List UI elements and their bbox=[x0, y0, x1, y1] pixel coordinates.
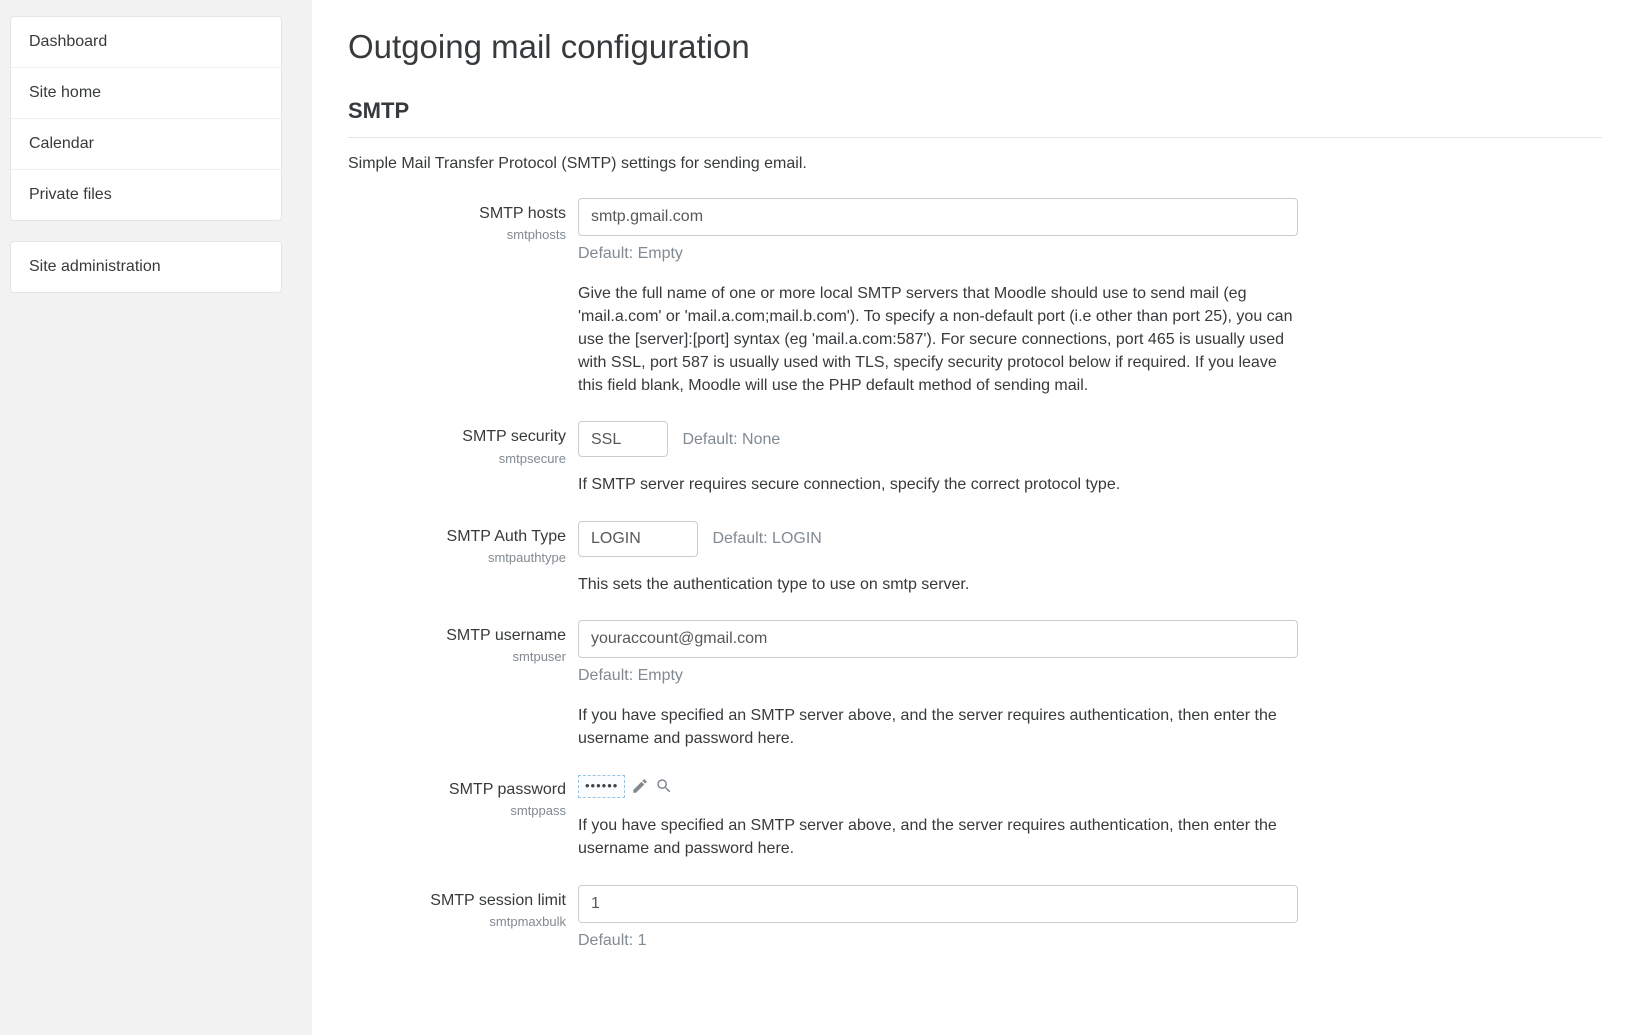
field-smtpsecure: SMTP security smtpsecure SSL Default: No… bbox=[348, 421, 1602, 496]
field-key: smtpmaxbulk bbox=[348, 912, 566, 932]
field-key: smtppass bbox=[348, 801, 566, 821]
smtpuser-input[interactable] bbox=[578, 620, 1298, 658]
field-smtphosts: SMTP hosts smtphosts Default: Empty Give… bbox=[348, 198, 1602, 398]
sidebar-item-calendar[interactable]: Calendar bbox=[11, 119, 281, 170]
field-default: Default: Empty bbox=[578, 664, 1594, 688]
section-title: SMTP bbox=[348, 94, 1602, 127]
page-title: Outgoing mail configuration bbox=[348, 22, 1602, 72]
sidebar-item-site-administration[interactable]: Site administration bbox=[11, 242, 281, 292]
field-description: If you have specified an SMTP server abo… bbox=[578, 814, 1298, 860]
field-label: SMTP password bbox=[348, 780, 566, 799]
smtphosts-input[interactable] bbox=[578, 198, 1298, 236]
divider bbox=[348, 137, 1602, 138]
nav-block-main: Dashboard Site home Calendar Private fil… bbox=[10, 16, 282, 221]
sidebar-item-private-files[interactable]: Private files bbox=[11, 170, 281, 220]
section-description: Simple Mail Transfer Protocol (SMTP) set… bbox=[348, 152, 1602, 176]
field-smtpauthtype: SMTP Auth Type smtpauthtype LOGIN Defaul… bbox=[348, 521, 1602, 596]
password-masked: •••••• bbox=[578, 775, 625, 798]
field-default: Default: 1 bbox=[578, 929, 1594, 953]
field-description: Give the full name of one or more local … bbox=[578, 282, 1298, 398]
field-key: smtpsecure bbox=[348, 449, 566, 469]
sidebar-item-site-home[interactable]: Site home bbox=[11, 68, 281, 119]
field-smtpuser: SMTP username smtpuser Default: Empty If… bbox=[348, 620, 1602, 750]
field-key: smtphosts bbox=[348, 225, 566, 245]
field-default: Default: LOGIN bbox=[712, 527, 821, 551]
field-default: Default: None bbox=[682, 428, 780, 452]
field-description: This sets the authentication type to use… bbox=[578, 573, 1298, 596]
nav-block-admin: Site administration bbox=[10, 241, 282, 293]
sidebar: Dashboard Site home Calendar Private fil… bbox=[10, 0, 282, 1035]
main-content: Outgoing mail configuration SMTP Simple … bbox=[312, 0, 1638, 1035]
field-smtpmaxbulk: SMTP session limit smtpmaxbulk Default: … bbox=[348, 885, 1602, 953]
field-smtppass: SMTP password smtppass •••••• If you hav… bbox=[348, 774, 1602, 860]
smtpauthtype-select[interactable]: LOGIN bbox=[578, 521, 698, 557]
field-description: If you have specified an SMTP server abo… bbox=[578, 704, 1298, 750]
field-label: SMTP session limit bbox=[348, 891, 566, 910]
field-key: smtpauthtype bbox=[348, 548, 566, 568]
field-label: SMTP username bbox=[348, 626, 566, 645]
reveal-icon[interactable] bbox=[655, 777, 673, 795]
smtpmaxbulk-input[interactable] bbox=[578, 885, 1298, 923]
sidebar-item-dashboard[interactable]: Dashboard bbox=[11, 17, 281, 68]
edit-icon[interactable] bbox=[631, 777, 649, 795]
field-label: SMTP Auth Type bbox=[348, 527, 566, 546]
field-label: SMTP security bbox=[348, 427, 566, 446]
field-key: smtpuser bbox=[348, 647, 566, 667]
field-description: If SMTP server requires secure connectio… bbox=[578, 473, 1298, 496]
field-label: SMTP hosts bbox=[348, 204, 566, 223]
smtpsecure-select[interactable]: SSL bbox=[578, 421, 668, 457]
field-default: Default: Empty bbox=[578, 242, 1594, 266]
